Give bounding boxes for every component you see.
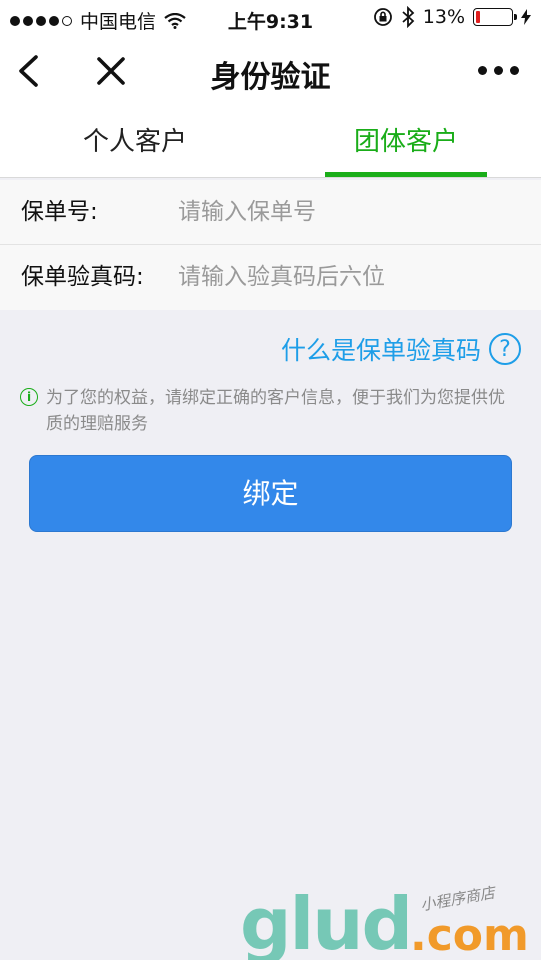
binding-form: 保单号: 保单验真码:: [0, 180, 541, 310]
page-title: 身份验证: [210, 60, 331, 95]
rotation-lock-icon: [373, 8, 392, 26]
active-tab-indicator: [325, 172, 487, 177]
bluetooth-icon: [402, 6, 415, 28]
charging-icon: [521, 9, 531, 25]
binding-notice: i 为了您的权益，请绑定正确的客户信息，便于我们为您提供优质的理赔服务: [20, 385, 520, 437]
question-circle-icon[interactable]: ?: [489, 333, 521, 365]
battery-percent: 13%: [422, 6, 465, 28]
status-right: 13%: [373, 6, 531, 28]
tab-individual-customer[interactable]: 个人客户: [0, 106, 270, 178]
verify-code-label: 保单验真码:: [21, 264, 144, 290]
verify-code-input[interactable]: [178, 245, 518, 310]
status-bar: 中国电信 上午9:31 13%: [0, 0, 541, 36]
battery-icon: [473, 8, 517, 26]
help-link-label: 什么是保单验真码: [280, 336, 481, 365]
watermark-logo: glud .com 小程序商店: [240, 882, 540, 960]
watermark-suffix: .com: [410, 910, 529, 960]
policy-number-label: 保单号:: [21, 199, 98, 225]
tab-group-customer[interactable]: 团体客户: [271, 106, 541, 178]
info-circle-icon: i: [20, 388, 38, 406]
nav-bar: 身份验证: [0, 36, 541, 106]
policy-number-input[interactable]: [178, 180, 518, 245]
what-is-verify-code-link[interactable]: 什么是保单验真码 ?: [281, 331, 521, 367]
more-dots-icon[interactable]: [478, 66, 519, 75]
battery-level: [476, 11, 480, 23]
verify-code-row: 保单验真码:: [0, 245, 541, 310]
bind-button[interactable]: 绑定: [29, 455, 512, 532]
policy-number-row: 保单号:: [0, 180, 541, 245]
customer-type-tabs: 个人客户 团体客户: [0, 106, 541, 178]
watermark-main: glud: [240, 882, 413, 960]
notice-text: 为了您的权益，请绑定正确的客户信息，便于我们为您提供优质的理赔服务: [46, 388, 505, 434]
